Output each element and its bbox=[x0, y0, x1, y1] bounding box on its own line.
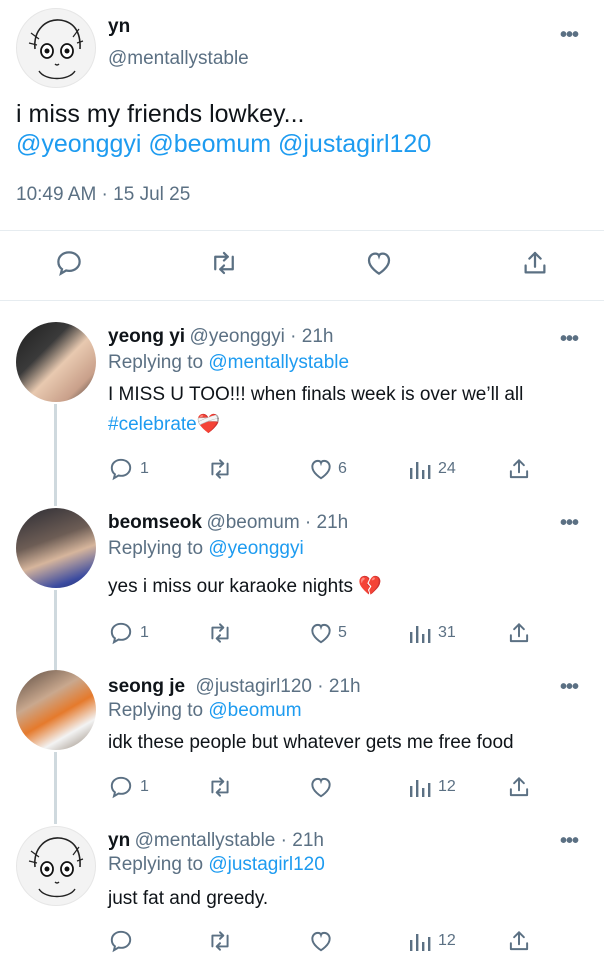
avatar-seong-je[interactable] bbox=[16, 670, 96, 750]
reply4-replying-prefix: Replying to bbox=[108, 854, 209, 875]
reply4-share-icon[interactable] bbox=[506, 928, 532, 954]
reply2-retweet-icon[interactable] bbox=[206, 620, 234, 646]
reply3-replying-prefix: Replying to bbox=[108, 700, 209, 721]
avatar-beomseok[interactable] bbox=[16, 508, 96, 588]
reply1-reply-icon[interactable] bbox=[108, 456, 134, 482]
reply2-display-name[interactable]: beomseok bbox=[108, 512, 202, 533]
reply3-header: seong je @justagirl120 · 21h bbox=[108, 676, 361, 698]
reply4-reply-icon[interactable] bbox=[108, 928, 134, 954]
reply1-like-icon[interactable] bbox=[308, 456, 334, 482]
reply1-hashtag[interactable]: #celebrate bbox=[108, 414, 197, 435]
reply2-replying-prefix: Replying to bbox=[108, 538, 209, 559]
reply4-like-icon[interactable] bbox=[308, 928, 334, 954]
reply4-display-name[interactable]: yn bbox=[108, 830, 130, 851]
reply2-header: beomseok @beomum · 21h bbox=[108, 512, 348, 534]
reply4-retweet-icon[interactable] bbox=[206, 928, 234, 954]
reply1-views-count: 24 bbox=[438, 460, 456, 477]
reply3-like-icon[interactable] bbox=[308, 774, 334, 800]
divider-main-bottom bbox=[0, 300, 604, 301]
reply2-views-icon[interactable] bbox=[408, 622, 432, 644]
reply4-header: yn @mentallystable · 21h bbox=[108, 830, 324, 852]
reply2-like-count: 5 bbox=[338, 624, 347, 641]
reply3-reply-icon[interactable] bbox=[108, 774, 134, 800]
reply1-text: I MISS U TOO!!! when finals week is over… bbox=[108, 384, 524, 405]
reply3-replying-to[interactable]: @beomum bbox=[208, 700, 301, 721]
reply2-replying-line: Replying to @yeonggyi bbox=[108, 538, 304, 560]
main-display-name[interactable]: yn bbox=[108, 16, 130, 38]
reply2-replying-to[interactable]: @yeonggyi bbox=[208, 538, 303, 559]
retweet-icon[interactable] bbox=[208, 248, 240, 278]
like-icon[interactable] bbox=[364, 248, 394, 278]
reply1-text-line2: #celebrate❤️‍🩹 bbox=[108, 412, 220, 436]
main-tweet-mentions[interactable]: @yeonggyi @beomum @justagirl120 bbox=[16, 130, 431, 159]
avatar-sketch-icon bbox=[28, 837, 84, 898]
reply2-like-icon[interactable] bbox=[308, 620, 334, 646]
reply1-header: yeong yi @yeonggyi · 21h bbox=[108, 326, 333, 348]
avatar-sketch-icon bbox=[28, 19, 84, 80]
reply3-views-icon[interactable] bbox=[408, 776, 432, 798]
reply3-views-count: 12 bbox=[438, 778, 456, 795]
thread-line-2 bbox=[54, 590, 57, 670]
avatar-yeong-yi[interactable] bbox=[16, 322, 96, 402]
reply3-replying-line: Replying to @beomum bbox=[108, 700, 302, 722]
reply1-retweet-icon[interactable] bbox=[206, 456, 234, 482]
main-tweet-text: i miss my friends lowkey... bbox=[16, 100, 305, 128]
reply4-replying-to[interactable]: @justagirl120 bbox=[208, 854, 324, 875]
reply1-display-name[interactable]: yeong yi bbox=[108, 326, 185, 347]
main-more-icon[interactable]: ••• bbox=[560, 24, 579, 47]
reply2-text-line: yes i miss our karaoke nights 💔 bbox=[108, 574, 382, 598]
reply-icon[interactable] bbox=[54, 248, 84, 278]
reply3-reply-count: 1 bbox=[140, 778, 149, 795]
reply1-like-count: 6 bbox=[338, 460, 347, 477]
reply2-reply-icon[interactable] bbox=[108, 620, 134, 646]
reply2-reply-count: 1 bbox=[140, 624, 149, 641]
reply2-more-icon[interactable]: ••• bbox=[560, 512, 579, 535]
reply1-replying-line: Replying to @mentallystable bbox=[108, 352, 349, 374]
reply2-meta[interactable]: @beomum · 21h bbox=[206, 512, 348, 533]
reply2-emoji: 💔 bbox=[358, 576, 382, 597]
reply4-views-icon[interactable] bbox=[408, 930, 432, 952]
reply1-replying-to[interactable]: @mentallystable bbox=[208, 352, 349, 373]
reply1-views-icon[interactable] bbox=[408, 458, 432, 480]
share-icon[interactable] bbox=[520, 248, 550, 278]
reply2-share-icon[interactable] bbox=[506, 620, 532, 646]
reply1-meta[interactable]: @yeonggyi · 21h bbox=[190, 326, 334, 347]
thread-line-1 bbox=[54, 404, 57, 506]
reply3-meta[interactable]: @justagirl120 · 21h bbox=[196, 676, 361, 697]
main-timestamp[interactable]: 10:49 AM · 15 Jul 25 bbox=[16, 184, 190, 206]
reply2-views-count: 31 bbox=[438, 624, 456, 641]
reply3-more-icon[interactable]: ••• bbox=[560, 676, 579, 699]
reply1-share-icon[interactable] bbox=[506, 456, 532, 482]
reply3-display-name[interactable]: seong je bbox=[108, 676, 185, 697]
reply1-more-icon[interactable]: ••• bbox=[560, 328, 579, 351]
reply4-replying-line: Replying to @justagirl120 bbox=[108, 854, 325, 876]
reply4-text: just fat and greedy. bbox=[108, 888, 269, 909]
reply1-replying-prefix: Replying to bbox=[108, 352, 209, 373]
main-handle[interactable]: @mentallystable bbox=[108, 48, 249, 70]
reply4-meta[interactable]: @mentallystable · 21h bbox=[135, 830, 324, 851]
avatar-yn[interactable] bbox=[16, 8, 96, 88]
reply3-share-icon[interactable] bbox=[506, 774, 532, 800]
thread-line-3 bbox=[54, 752, 57, 824]
reply3-retweet-icon[interactable] bbox=[206, 774, 234, 800]
reply1-reply-count: 1 bbox=[140, 460, 149, 477]
reply1-emoji: ❤️‍🩹 bbox=[196, 414, 221, 435]
reply3-text: idk these people but whatever gets me fr… bbox=[108, 732, 514, 753]
avatar-yn-reply[interactable] bbox=[16, 826, 96, 906]
reply4-more-icon[interactable]: ••• bbox=[560, 830, 579, 853]
reply4-views-count: 12 bbox=[438, 932, 456, 949]
reply2-text: yes i miss our karaoke nights bbox=[108, 576, 353, 597]
divider-main-top bbox=[0, 230, 604, 231]
